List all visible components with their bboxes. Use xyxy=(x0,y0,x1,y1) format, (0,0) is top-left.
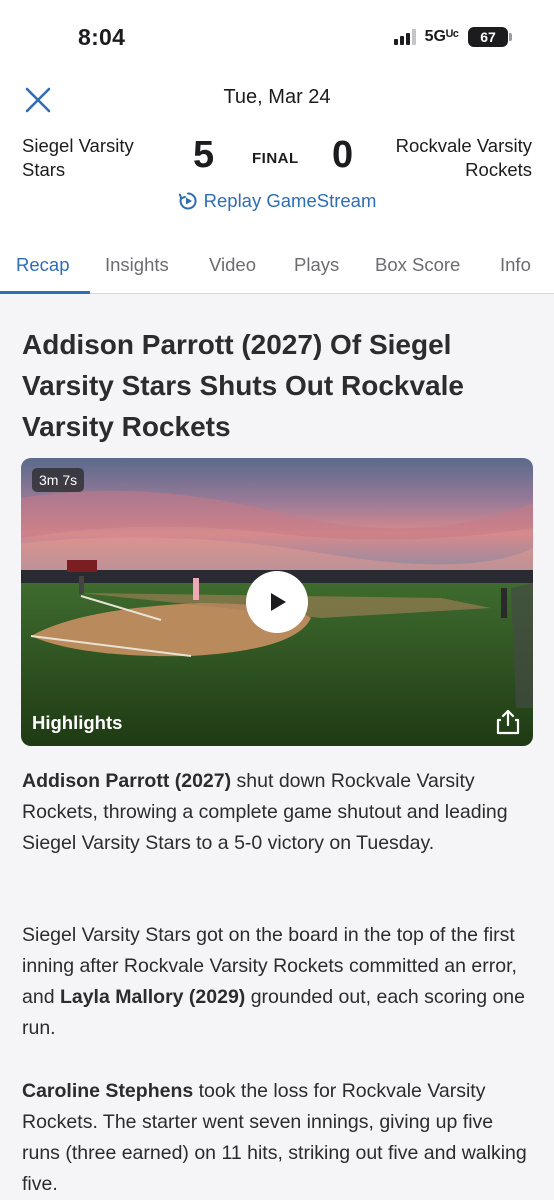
replay-label: Replay GameStream xyxy=(203,190,377,211)
replay-gamestream-link[interactable]: Replay GameStream xyxy=(0,190,554,212)
recap-paragraph-3: Caroline Stephens took the loss for Rock… xyxy=(22,1080,527,1195)
video-duration-badge: 3m 7s xyxy=(32,468,85,492)
recap-paragraph-1: Addison Parrott (2027) shut down Rockval… xyxy=(22,770,508,854)
tab-plays[interactable]: Plays xyxy=(294,254,339,276)
recap-content: Addison Parrott (2027) Of Siegel Varsity… xyxy=(0,294,554,1200)
away-team-name[interactable]: Rockvale Varsity Rockets xyxy=(362,134,532,182)
status-indicators: 5Gᵁᶜ 67 xyxy=(393,27,512,47)
tab-video[interactable]: Video xyxy=(209,254,256,276)
tab-box-score[interactable]: Box Score xyxy=(375,254,460,276)
home-score: 5 xyxy=(193,134,215,176)
game-status: FINAL xyxy=(252,150,299,167)
battery-level: 67 xyxy=(480,29,496,45)
player-name[interactable]: Caroline Stephens xyxy=(22,1080,193,1102)
player-name[interactable]: Layla Mallory (2029) xyxy=(60,986,245,1008)
share-button[interactable] xyxy=(494,708,522,736)
game-date: Tue, Mar 24 xyxy=(223,86,331,108)
video-caption: Highlights xyxy=(32,712,123,733)
status-time: 8:04 xyxy=(78,24,126,50)
status-bar: 8:04 5Gᵁᶜ 67 xyxy=(0,0,554,76)
network-label: 5Gᵁᶜ xyxy=(424,28,459,45)
battery-icon: 67 xyxy=(468,27,512,47)
tab-info[interactable]: Info xyxy=(500,254,531,276)
game-header: Tue, Mar 24 Siegel Varsity Stars 5 FINAL… xyxy=(0,76,554,294)
article-headline: Addison Parrott (2027) Of Siegel Varsity… xyxy=(22,329,464,442)
play-button[interactable] xyxy=(246,571,308,633)
signal-icon xyxy=(393,29,416,45)
close-button[interactable] xyxy=(20,82,56,118)
recap-paragraph-2: Siegel Varsity Stars got on the board in… xyxy=(22,924,525,1039)
play-icon xyxy=(271,593,286,611)
highlights-video[interactable]: 3m 7s Highlights xyxy=(21,458,533,746)
tab-bar: Recap Insights Video Plays Box Score Inf… xyxy=(0,254,554,294)
close-icon xyxy=(25,87,51,113)
tab-insights[interactable]: Insights xyxy=(105,254,169,276)
home-team-name[interactable]: Siegel Varsity Stars xyxy=(22,134,172,182)
player-name[interactable]: Addison Parrott (2027) xyxy=(22,770,231,792)
tab-recap[interactable]: Recap xyxy=(16,254,69,276)
share-icon xyxy=(496,709,520,735)
replay-icon xyxy=(178,192,197,210)
away-score: 0 xyxy=(332,134,354,176)
